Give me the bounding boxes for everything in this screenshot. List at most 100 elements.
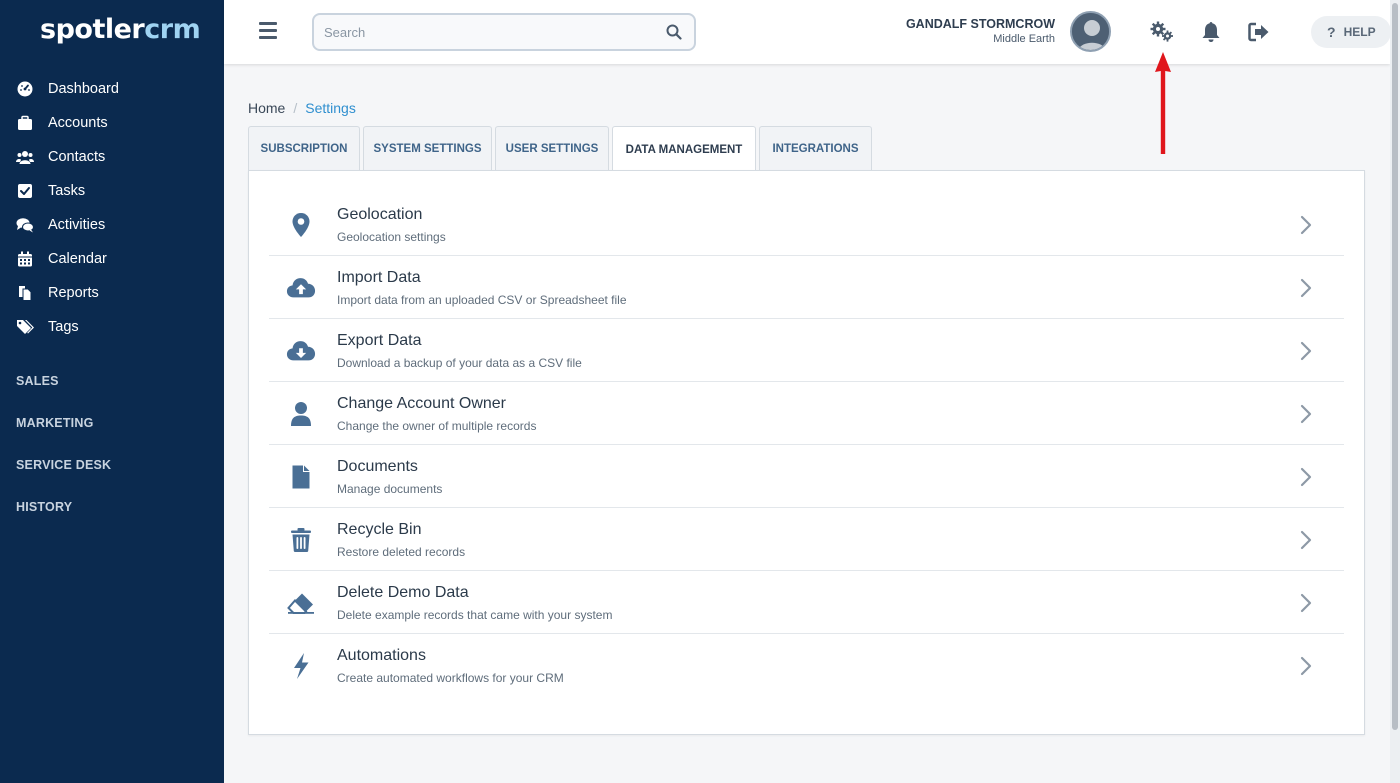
search-input[interactable] (314, 15, 644, 49)
settings-row-change-account-owner[interactable]: Change Account Owner Change the owner of… (269, 382, 1344, 445)
settings-row-title: Documents (337, 458, 418, 475)
breadcrumb-current: Settings (305, 100, 356, 116)
annotation-arrow-icon (1155, 52, 1171, 154)
settings-row-description: Change the owner of multiple records (337, 419, 537, 433)
sidebar-item-label: Calendar (48, 251, 107, 267)
settings-tabs: SUBSCRIPTION SYSTEM SETTINGS USER SETTIN… (248, 126, 875, 172)
user-icon (286, 400, 316, 428)
chevron-right-icon (1299, 341, 1313, 361)
sidebar-item-label: Dashboard (48, 81, 119, 97)
settings-row-title: Recycle Bin (337, 521, 422, 538)
sidebar-item-reports[interactable]: Reports (0, 276, 224, 310)
settings-row-description: Manage documents (337, 482, 443, 496)
avatar[interactable] (1070, 11, 1111, 52)
tab-integrations[interactable]: INTEGRATIONS (759, 126, 872, 171)
app-logo[interactable]: spotlercrm (40, 14, 201, 45)
sidebar-item-contacts[interactable]: Contacts (0, 140, 224, 174)
sidebar-item-label: Reports (48, 285, 99, 301)
sidebar: spotlercrm Dashboard Accounts Contacts T… (0, 0, 224, 783)
bolt-icon (286, 652, 316, 680)
sidebar-item-accounts[interactable]: Accounts (0, 106, 224, 140)
settings-row-title: Automations (337, 647, 426, 664)
dashboard-icon (16, 80, 34, 98)
calendar-icon (16, 250, 34, 268)
settings-row-geolocation[interactable]: Geolocation Geolocation settings (269, 193, 1344, 256)
settings-row-export-data[interactable]: Export Data Download a backup of your da… (269, 319, 1344, 382)
help-question-icon: ? (1327, 24, 1336, 40)
sidebar-section-service-desk[interactable]: SERVICE DESK (0, 444, 224, 486)
chevron-right-icon (1299, 467, 1313, 487)
user-name: GANDALF STORMCROW (905, 17, 1055, 31)
document-icon (286, 463, 316, 491)
trash-icon (286, 526, 316, 554)
page-scrollbar[interactable] (1390, 0, 1400, 783)
sidebar-item-label: Contacts (48, 149, 106, 165)
settings-row-recycle-bin[interactable]: Recycle Bin Restore deleted records (269, 508, 1344, 571)
settings-row-automations[interactable]: Automations Create automated workflows f… (269, 634, 1344, 697)
sidebar-item-label: Activities (48, 217, 106, 233)
sidebar-item-label: Tasks (48, 183, 86, 199)
settings-row-title: Change Account Owner (337, 395, 506, 412)
breadcrumb-home[interactable]: Home (248, 100, 285, 116)
settings-row-title: Export Data (337, 332, 422, 349)
logout-icon[interactable] (1246, 20, 1272, 44)
settings-gears-icon[interactable] (1149, 20, 1175, 44)
sidebar-sections: SALES MARKETING SERVICE DESK HISTORY (0, 360, 224, 528)
chevron-right-icon (1299, 593, 1313, 613)
menu-toggle-icon[interactable] (259, 22, 277, 42)
users-icon (16, 148, 34, 166)
chevron-right-icon (1299, 215, 1313, 235)
settings-row-description: Delete example records that came with yo… (337, 608, 613, 622)
settings-row-description: Geolocation settings (337, 230, 446, 244)
reports-icon (16, 284, 34, 302)
sidebar-item-dashboard[interactable]: Dashboard (0, 72, 224, 106)
sidebar-nav: Dashboard Accounts Contacts Tasks Activi… (0, 72, 224, 344)
sidebar-section-history[interactable]: HISTORY (0, 486, 224, 528)
user-location: Middle Earth (993, 33, 1055, 45)
chevron-right-icon (1299, 530, 1313, 550)
chevron-right-icon (1299, 278, 1313, 298)
help-label: HELP (1343, 25, 1376, 39)
sidebar-section-marketing[interactable]: MARKETING (0, 402, 224, 444)
search-box (312, 13, 696, 51)
user-info[interactable]: GANDALF STORMCROW Middle Earth (906, 17, 1055, 45)
settings-row-import-data[interactable]: Import Data Import data from an uploaded… (269, 256, 1344, 319)
chat-icon (16, 216, 34, 234)
settings-row-title: Import Data (337, 269, 421, 286)
sidebar-section-sales[interactable]: SALES (0, 360, 224, 402)
sidebar-item-calendar[interactable]: Calendar (0, 242, 224, 276)
settings-row-description: Create automated workflows for your CRM (337, 671, 564, 685)
settings-row-description: Restore deleted records (337, 545, 466, 559)
tags-icon (16, 318, 34, 336)
sidebar-item-label: Accounts (48, 115, 108, 131)
cloud-download-icon (286, 337, 316, 365)
chevron-right-icon (1299, 656, 1313, 676)
sidebar-item-activities[interactable]: Activities (0, 208, 224, 242)
tab-user-settings[interactable]: USER SETTINGS (495, 126, 609, 171)
tab-data-management[interactable]: DATA MANAGEMENT (612, 126, 756, 172)
settings-row-title: Geolocation (337, 206, 423, 223)
settings-row-description: Import data from an uploaded CSV or Spre… (337, 293, 627, 307)
settings-row-delete-demo-data[interactable]: Delete Demo Data Delete example records … (269, 571, 1344, 634)
breadcrumb: Home / Settings (248, 100, 356, 116)
map-pin-icon (286, 211, 316, 239)
sidebar-item-label: Tags (48, 319, 79, 335)
eraser-icon (286, 589, 316, 617)
sidebar-item-tags[interactable]: Tags (0, 310, 224, 344)
tab-subscription[interactable]: SUBSCRIPTION (248, 126, 360, 171)
search-icon[interactable] (666, 24, 682, 40)
top-bar: GANDALF STORMCROW Middle Earth ? (224, 0, 1391, 64)
settings-row-title: Delete Demo Data (337, 584, 469, 601)
settings-row-description: Download a backup of your data as a CSV … (337, 356, 582, 370)
help-button[interactable]: ? HELP (1311, 16, 1391, 48)
breadcrumb-separator: / (293, 100, 298, 116)
briefcase-icon (16, 114, 34, 132)
tab-system-settings[interactable]: SYSTEM SETTINGS (363, 126, 492, 171)
cloud-upload-icon (286, 274, 316, 302)
scrollbar-thumb[interactable] (1392, 3, 1398, 730)
sidebar-item-tasks[interactable]: Tasks (0, 174, 224, 208)
chevron-right-icon (1299, 404, 1313, 424)
bell-icon[interactable] (1198, 20, 1224, 44)
checkbox-icon (16, 182, 34, 200)
settings-row-documents[interactable]: Documents Manage documents (269, 445, 1344, 508)
